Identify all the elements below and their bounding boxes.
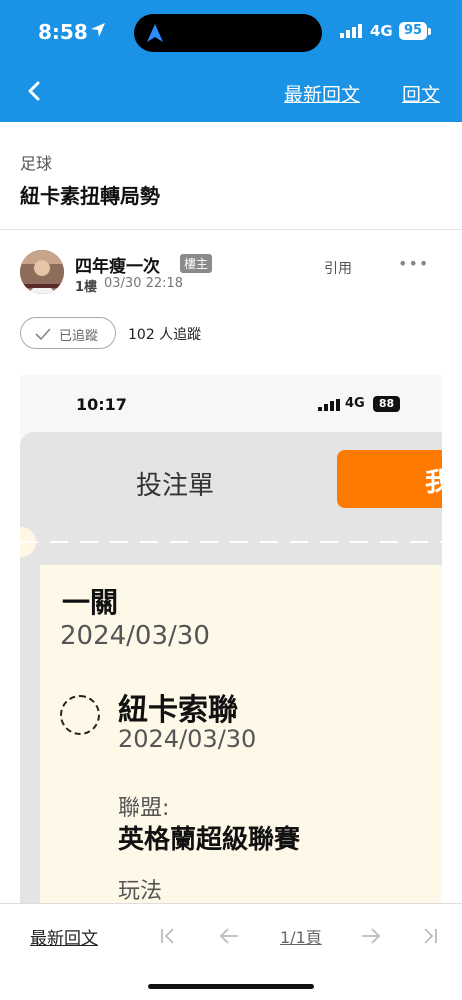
pending-status-icon bbox=[60, 695, 100, 735]
navigation-icon bbox=[147, 24, 163, 42]
follow-label: 已追蹤 bbox=[59, 329, 99, 344]
league-name: 英格蘭超級聯賽 bbox=[118, 825, 301, 855]
home-indicator bbox=[148, 984, 314, 989]
match-date: 2024/03/30 bbox=[118, 725, 257, 753]
battery-level: 95 bbox=[399, 22, 427, 40]
leg-date: 2024/03/30 bbox=[60, 621, 210, 651]
dynamic-island bbox=[134, 14, 322, 52]
thread-category[interactable]: 足球 bbox=[20, 150, 52, 174]
avatar[interactable] bbox=[20, 250, 64, 294]
location-arrow-icon bbox=[91, 23, 105, 37]
embedded-battery-level: 88 bbox=[373, 396, 400, 412]
thread-title: 紐卡素扭轉局勢 bbox=[20, 184, 160, 208]
battery-tip bbox=[428, 28, 431, 35]
status-bar: 8:58 4G 95 bbox=[0, 14, 462, 52]
op-badge: 樓主 bbox=[180, 254, 213, 273]
follow-button[interactable]: 已追蹤 bbox=[20, 317, 116, 349]
reply-link[interactable]: 回文 bbox=[402, 80, 440, 107]
status-time: 8:58 bbox=[38, 20, 88, 44]
embedded-status-time: 10:17 bbox=[76, 395, 127, 414]
first-page-icon[interactable] bbox=[158, 926, 178, 946]
floor-number: 1樓 bbox=[75, 280, 98, 295]
page-indicator[interactable]: 1/1頁 bbox=[280, 924, 322, 948]
team-name: 紐卡索聯 bbox=[118, 693, 238, 728]
leg-label: 一關 bbox=[62, 586, 119, 619]
network-type: 4G bbox=[370, 22, 393, 40]
post-image[interactable]: 10:17 4G 88 投注單 我 一關 2024/03/30 紐卡索聯 202… bbox=[20, 375, 442, 903]
check-icon bbox=[35, 328, 51, 341]
post-timestamp: 03/30 22:18 bbox=[104, 276, 184, 291]
bet-card: 一關 2024/03/30 紐卡索聯 2024/03/30 聯盟: 英格蘭超級聯… bbox=[40, 565, 442, 903]
next-page-icon[interactable] bbox=[360, 926, 382, 946]
author-name[interactable]: 四年瘦一次 bbox=[75, 252, 160, 277]
avatar-image bbox=[20, 250, 64, 294]
play-type-label: 玩法 bbox=[118, 879, 163, 903]
betting-slip-tab: 投注單 bbox=[136, 471, 215, 501]
pagination-bar: 最新回文 1/1頁 bbox=[0, 903, 462, 1000]
back-icon[interactable] bbox=[22, 78, 48, 104]
signal-icon bbox=[340, 24, 362, 38]
league-label: 聯盟: bbox=[118, 796, 170, 821]
my-bets-tab: 我 bbox=[337, 450, 442, 508]
quote-button[interactable]: 引用 bbox=[324, 258, 352, 278]
last-page-icon[interactable] bbox=[420, 926, 440, 946]
app-header: 8:58 4G 95 最新回文 回文 bbox=[0, 0, 462, 122]
nav-bar: 最新回文 回文 bbox=[0, 70, 462, 114]
bottom-latest-reply-link[interactable]: 最新回文 bbox=[30, 924, 98, 949]
divider bbox=[0, 229, 462, 230]
more-options-icon[interactable]: ••• bbox=[398, 254, 429, 273]
embedded-signal-icon bbox=[318, 399, 340, 411]
embedded-network-type: 4G bbox=[345, 396, 365, 411]
ticket-perforation bbox=[20, 541, 442, 543]
my-bets-tab-label: 我 bbox=[425, 468, 442, 498]
previous-page-icon[interactable] bbox=[218, 926, 240, 946]
follow-count: 102 人追蹤 bbox=[128, 327, 202, 343]
latest-reply-link[interactable]: 最新回文 bbox=[284, 80, 360, 107]
